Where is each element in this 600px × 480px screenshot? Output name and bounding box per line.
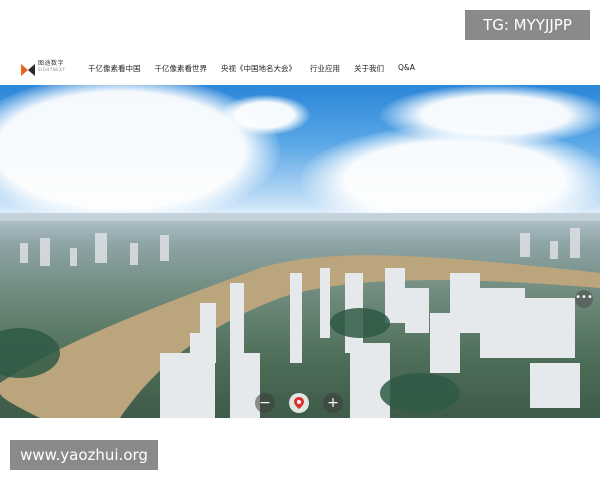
center-locate-button[interactable] <box>289 393 309 413</box>
minus-icon: − <box>259 395 271 411</box>
more-options-button[interactable]: ••• <box>575 290 593 308</box>
brand-logo[interactable]: 图途数字 SIGHTNEXT <box>21 61 65 76</box>
nav-item-about[interactable]: 关于我们 <box>354 63 384 74</box>
plus-icon: + <box>327 395 339 411</box>
brand-subname: SIGHTNEXT <box>38 67 66 72</box>
panorama-city <box>0 213 600 418</box>
cloud <box>380 85 600 145</box>
nav-menu: 千亿像素看中国 千亿像素看世界 央视《中国地名大会》 行业应用 关于我们 Q&A <box>88 63 429 74</box>
cloud <box>220 95 310 135</box>
brand-logo-icon <box>21 61 35 76</box>
nav-item-qa[interactable]: Q&A <box>398 63 415 74</box>
zoom-in-button[interactable]: + <box>323 393 343 413</box>
nav-item-industry[interactable]: 行业应用 <box>310 63 340 74</box>
watermark-bottom: www.yaozhui.org <box>10 440 158 470</box>
zoom-out-button[interactable]: − <box>255 393 275 413</box>
watermark-top: TG: MYYJJPP <box>465 10 590 40</box>
panorama-viewer[interactable]: ••• − + <box>0 85 600 418</box>
panorama-sky <box>0 85 600 235</box>
brand-logo-text: 图途数字 SIGHTNEXT <box>38 61 65 73</box>
map-pin-icon <box>294 397 304 409</box>
ellipsis-icon: ••• <box>575 292 593 303</box>
nav-item-view-china[interactable]: 千亿像素看中国 <box>88 63 141 74</box>
city-illustration <box>0 213 600 418</box>
nav-item-view-world[interactable]: 千亿像素看世界 <box>155 63 208 74</box>
nav-item-cctv-show[interactable]: 央视《中国地名大会》 <box>221 63 296 74</box>
top-navigation: 图途数字 SIGHTNEXT 千亿像素看中国 千亿像素看世界 央视《中国地名大会… <box>0 55 600 83</box>
